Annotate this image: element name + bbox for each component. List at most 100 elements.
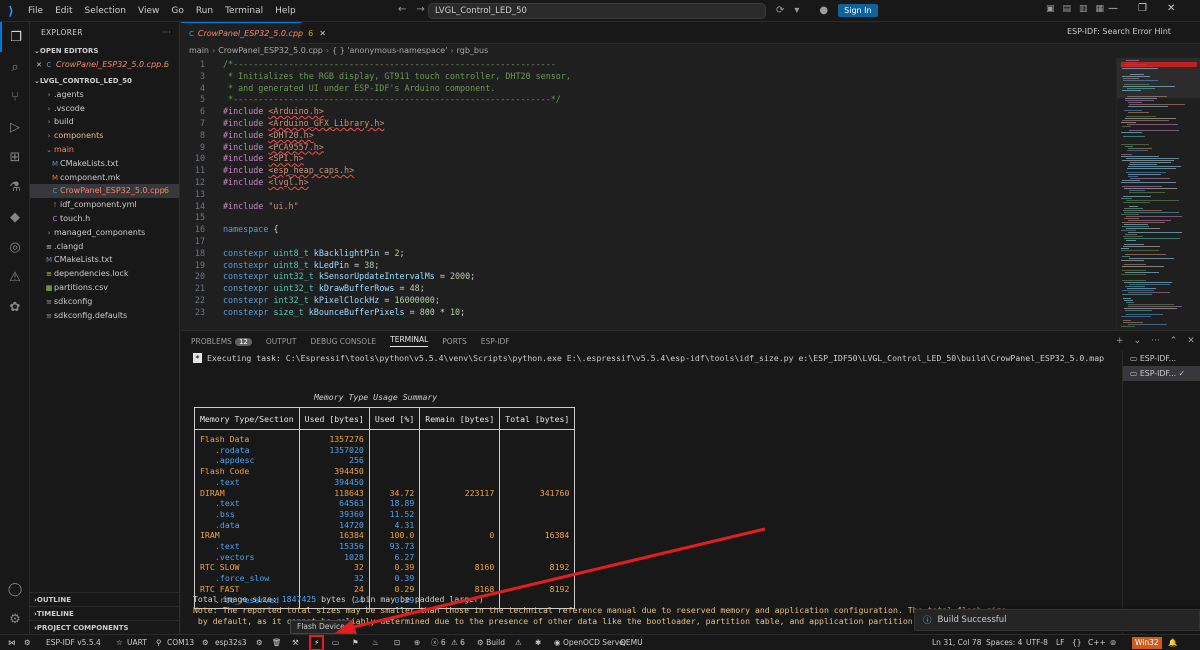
- settings-gear-icon[interactable]: ⚙: [0, 604, 30, 634]
- close-panel-icon[interactable]: ✕: [1187, 336, 1195, 346]
- breadcrumb-item[interactable]: { } 'anonymous-namespace': [332, 44, 447, 58]
- explorer-icon[interactable]: ❐: [0, 22, 30, 52]
- search-icon[interactable]: ⌕: [0, 52, 30, 82]
- copilot-icon[interactable]: ⟳: [776, 5, 784, 16]
- menu-item-file[interactable]: File: [22, 6, 49, 16]
- error-count[interactable]: ⓧ 6: [431, 635, 446, 650]
- code-line[interactable]: 14 #include "ui.h": [181, 201, 1116, 213]
- more-actions-icon[interactable]: ···: [163, 22, 171, 44]
- folder-item[interactable]: › .agents: [30, 88, 179, 102]
- menu-item-view[interactable]: View: [132, 6, 165, 16]
- terminal-icon[interactable]: ⊡: [394, 635, 400, 650]
- line-endings[interactable]: LF: [1056, 635, 1065, 650]
- build-button[interactable]: ⚙ Build: [477, 635, 505, 650]
- close-tab-icon[interactable]: ✕: [319, 29, 326, 38]
- code-line[interactable]: 19 constexpr uint8_t kLedPin = 38;: [181, 260, 1116, 272]
- file-item[interactable]: ≡ sdkconfig: [30, 295, 179, 309]
- tab-esp-idf[interactable]: ESP-IDF: [481, 337, 510, 346]
- extensions-icon[interactable]: ⊞: [0, 142, 30, 172]
- breadcrumb-item[interactable]: CrowPanel_ESP32_5.0.cpp: [218, 44, 323, 58]
- file-item[interactable]: ≡ .clangd: [30, 240, 179, 254]
- code-line[interactable]: 7 #include <Arduino_GFX_Library.h>: [181, 118, 1116, 130]
- close-window-icon[interactable]: ✕: [1167, 3, 1175, 14]
- menu-item-run[interactable]: Run: [190, 6, 219, 16]
- menu-item-help[interactable]: Help: [269, 6, 302, 16]
- flash-device-button[interactable]: ⚡: [309, 635, 325, 650]
- menu-item-edit[interactable]: Edit: [49, 6, 78, 16]
- command-center-search[interactable]: LVGL_Control_LED_50: [428, 3, 766, 19]
- minimize-icon[interactable]: —: [1108, 3, 1118, 14]
- clean-icon[interactable]: ⊕: [414, 635, 420, 650]
- code-line[interactable]: 22 constexpr int32_t kPixelClockHz = 1600…: [181, 295, 1116, 307]
- code-line[interactable]: 1 /*-------------------------------------…: [181, 59, 1116, 71]
- open-editor-item[interactable]: ✕ C CrowPanel_ESP32_5.0.cpp... 6: [30, 58, 179, 72]
- warning-count[interactable]: ⚠ 6: [451, 635, 465, 650]
- outline-section[interactable]: ›OUTLINE: [30, 592, 180, 606]
- monitor-icon[interactable]: ▭: [332, 635, 339, 650]
- build-icon[interactable]: ⚒: [292, 635, 299, 650]
- build-flash-monitor-icon[interactable]: ⚑: [352, 635, 359, 650]
- new-terminal-icon[interactable]: +: [1116, 336, 1124, 346]
- code-line[interactable]: 16 namespace {: [181, 224, 1116, 236]
- breadcrumb-item[interactable]: main: [189, 44, 209, 58]
- close-icon[interactable]: ✕: [34, 59, 44, 73]
- code-line[interactable]: 23 constexpr size_t kBounceBufferPixels =…: [181, 307, 1116, 319]
- file-item[interactable]: Mcomponent.mk: [30, 171, 179, 185]
- file-item[interactable]: Ctouch.h: [30, 212, 179, 226]
- code-line[interactable]: 5 *-------------------------------------…: [181, 94, 1116, 106]
- code-line[interactable]: 18 constexpr uint8_t kBacklightPin = 2;: [181, 248, 1116, 260]
- menu-item-go[interactable]: Go: [165, 6, 189, 16]
- account-icon[interactable]: ●: [819, 5, 828, 16]
- debug-icon[interactable]: ⚠: [515, 635, 522, 650]
- python-icon[interactable]: ◆: [0, 202, 30, 232]
- menu-item-terminal[interactable]: Terminal: [219, 6, 269, 16]
- code-line[interactable]: 13: [181, 189, 1116, 201]
- toggle-secondary-sidebar-icon[interactable]: ▥: [1079, 4, 1088, 14]
- run-debug-icon[interactable]: ▷: [0, 112, 30, 142]
- settings-icon[interactable]: ⚙: [256, 635, 263, 650]
- search-error-hint-button[interactable]: ESP-IDF: Search Error Hint: [1067, 27, 1171, 36]
- file-item[interactable]: M CMakeLists.txt: [30, 253, 179, 267]
- more-actions-icon[interactable]: ···: [1151, 336, 1160, 346]
- code-line[interactable]: 4 * and generated UI under ESP-IDF's Ard…: [181, 83, 1116, 95]
- open-editors-header[interactable]: ⌄OPEN EDITORS: [30, 44, 179, 58]
- chevron-down-icon[interactable]: ⌄: [1134, 336, 1142, 346]
- file-item[interactable]: ▦ partitions.csv: [30, 281, 179, 295]
- folder-item[interactable]: › managed_components: [30, 226, 179, 240]
- menu-item-selection[interactable]: Selection: [79, 6, 132, 16]
- code-line[interactable]: 17: [181, 236, 1116, 248]
- code-line[interactable]: 12 #include <lvgl.h>: [181, 177, 1116, 189]
- project-components-section[interactable]: ›PROJECT COMPONENTS: [30, 620, 180, 634]
- esp-idf-icon[interactable]: ✿: [0, 292, 30, 322]
- notifications-icon[interactable]: 🔔: [1168, 635, 1177, 650]
- file-item[interactable]: C CrowPanel_ESP32_5.0.cpp 6: [30, 184, 179, 199]
- code-line[interactable]: 21 constexpr uint32_t kDrawBufferRows = 4…: [181, 283, 1116, 295]
- indentation[interactable]: Spaces: 4: [986, 635, 1022, 650]
- serial-port[interactable]: COM13: [167, 635, 194, 650]
- tab-terminal[interactable]: TERMINAL: [390, 335, 429, 347]
- qemu-button[interactable]: QEMU: [620, 635, 643, 650]
- idf-version[interactable]: ESP-IDF v5.5.4: [46, 635, 101, 650]
- code-line[interactable]: 15: [181, 212, 1116, 224]
- delete-icon[interactable]: 🗑: [272, 635, 282, 650]
- notification-toast[interactable]: ⓘ Build Successful: [914, 609, 1200, 631]
- forward-arrow-icon[interactable]: →: [416, 4, 424, 15]
- encoding[interactable]: UTF-8: [1026, 635, 1048, 650]
- tab-problems[interactable]: PROBLEMS 12: [191, 337, 252, 346]
- language-mode[interactable]: C++: [1088, 635, 1106, 650]
- sign-in-button[interactable]: Sign In: [838, 4, 878, 17]
- code-line[interactable]: 10 #include <SPI.h>: [181, 153, 1116, 165]
- cursor-position[interactable]: Ln 31, Col 78: [932, 635, 981, 650]
- folder-item[interactable]: › .vscode: [30, 102, 179, 116]
- terminal-list-item[interactable]: ▭ ESP-IDF... ✓: [1123, 366, 1200, 381]
- terminal-output[interactable]: * Executing task: C:\Espressif\tools\pyth…: [181, 351, 1116, 635]
- toggle-sidebar-icon[interactable]: ▣: [1046, 4, 1055, 14]
- maximize-panel-icon[interactable]: ⌃: [1170, 336, 1178, 346]
- flash-method[interactable]: UART: [127, 635, 147, 650]
- timeline-section[interactable]: ›TIMELINE: [30, 606, 180, 620]
- openocd-server[interactable]: ◉ OpenOCD Server: [554, 635, 627, 650]
- code-line[interactable]: 3 * Initializes the RGB display, GT911 t…: [181, 71, 1116, 83]
- minimap[interactable]: [1116, 58, 1200, 330]
- code-line[interactable]: 8 #include <DHT20.h>: [181, 130, 1116, 142]
- code-line[interactable]: 11 #include <esp_heap_caps.h>: [181, 165, 1116, 177]
